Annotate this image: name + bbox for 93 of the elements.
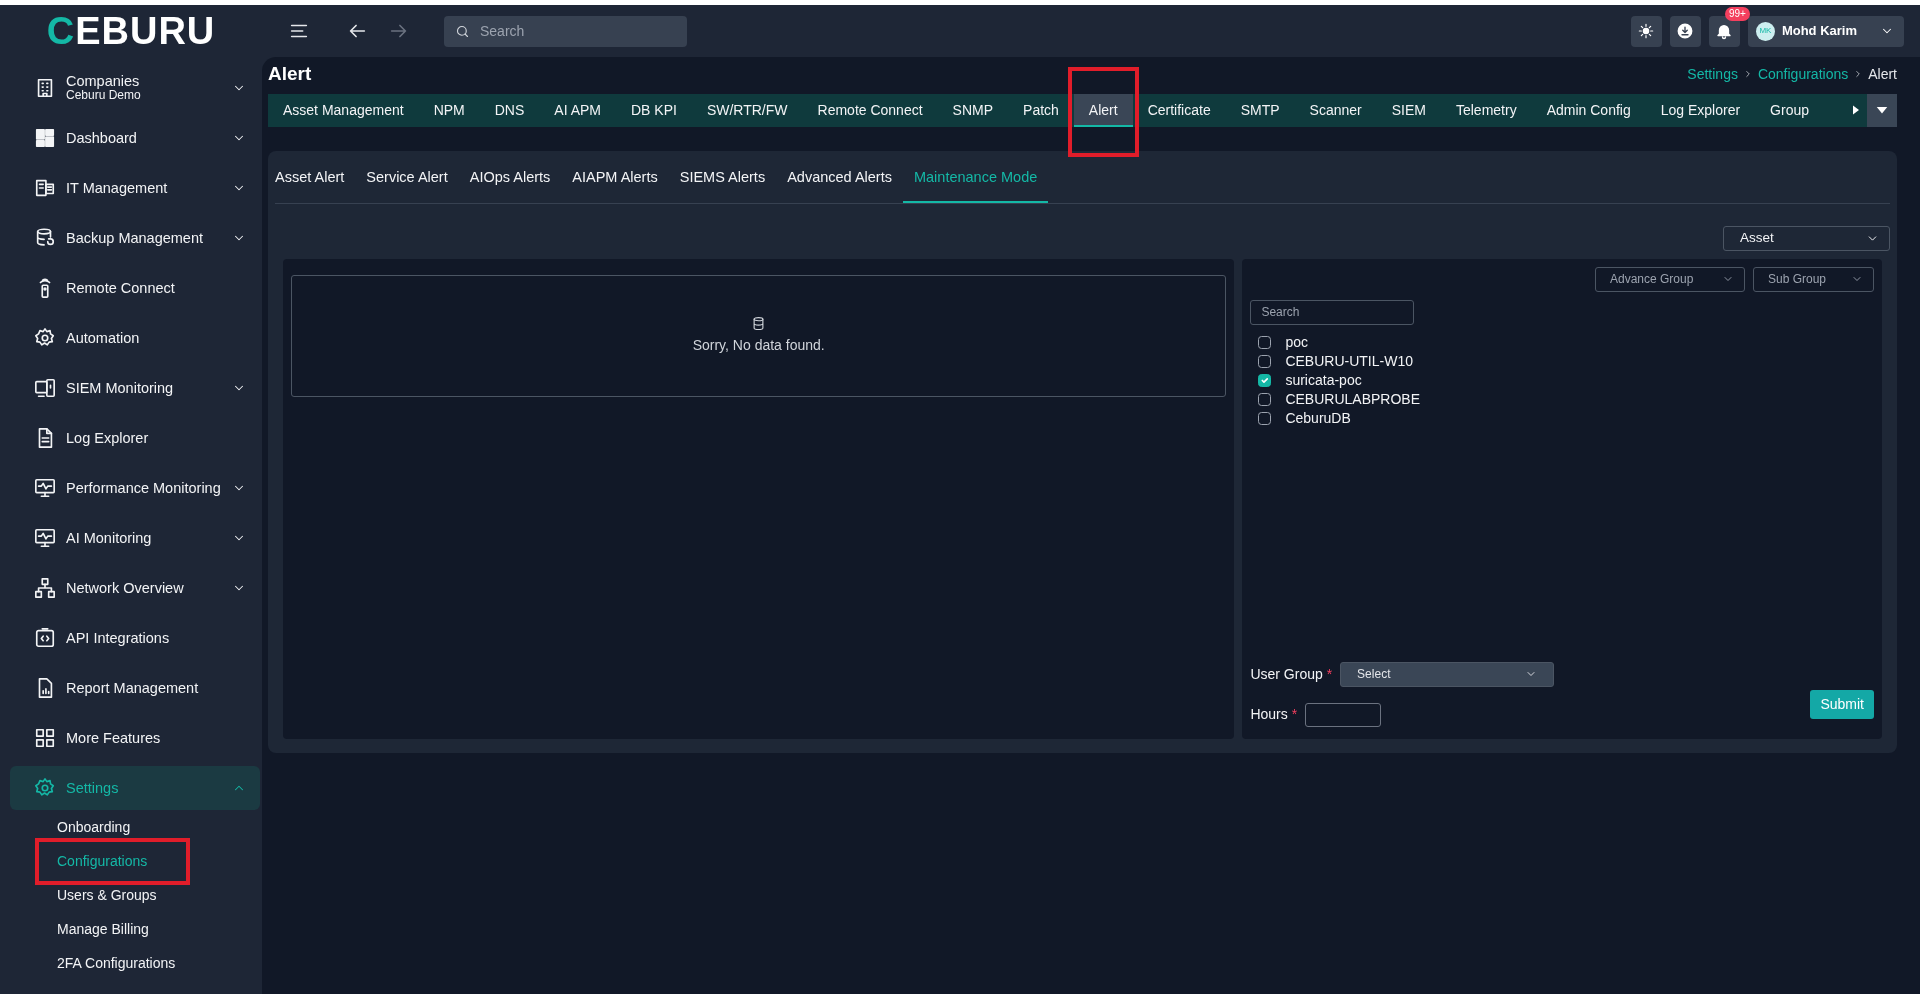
module-tab[interactable]: SIEM <box>1376 93 1441 127</box>
asset-name: CEBURU-UTIL-W10 <box>1285 351 1413 371</box>
asset-name: CEBURULABPROBE <box>1285 389 1420 409</box>
gear-icon <box>34 327 56 349</box>
tabs-dropdown-button[interactable] <box>1867 93 1897 127</box>
monitor-icon <box>34 527 56 549</box>
logo: CEBURU <box>45 12 217 50</box>
field-label: User Group * <box>1250 664 1333 684</box>
module-tab[interactable]: Telemetry <box>1440 93 1532 127</box>
sun-icon <box>1638 23 1655 39</box>
download-button[interactable] <box>1669 15 1701 47</box>
breadcrumb-link[interactable]: Settings <box>1687 63 1738 85</box>
module-tab[interactable]: SMTP <box>1225 93 1295 127</box>
section-tab[interactable]: AIOps Alerts <box>458 150 562 203</box>
sidebar-item[interactable]: More Features <box>10 713 260 763</box>
module-tab[interactable]: Certificate <box>1132 93 1226 127</box>
section-tab[interactable]: Advanced Alerts <box>776 150 903 203</box>
group-select[interactable]: Advance Group <box>1595 266 1745 292</box>
module-tab[interactable]: Log Explorer <box>1645 93 1756 127</box>
submenu-item[interactable]: Manage Billing <box>0 912 262 946</box>
user-menu[interactable]: MK Mohd Karim <box>1747 15 1904 47</box>
grid-icon <box>34 727 56 749</box>
search-icon <box>455 23 470 39</box>
avatar: MK <box>1755 21 1775 41</box>
network-icon <box>34 577 56 599</box>
group-select[interactable]: Sub Group <box>1753 266 1874 292</box>
devices-icon <box>34 377 56 399</box>
sidebar-item[interactable]: IT Management <box>10 163 260 213</box>
module-tab[interactable]: DNS <box>479 93 540 127</box>
module-tab[interactable]: AI APM <box>539 93 616 127</box>
sidebar-item[interactable]: Dashboard <box>10 113 260 163</box>
sidebar-item[interactable]: SIEM Monitoring <box>10 363 260 413</box>
empty-message: Sorry, No data found. <box>692 335 825 355</box>
theme-toggle-button[interactable] <box>1630 15 1662 47</box>
submenu-item[interactable]: Onboarding <box>0 810 262 844</box>
notification-count: 99+ <box>1724 6 1750 21</box>
download-icon <box>1676 22 1695 40</box>
sidebar-item[interactable]: Report Management <box>10 663 260 713</box>
asset-type-select[interactable]: Asset <box>1723 225 1890 251</box>
sidebar-item[interactable]: Automation <box>10 313 260 363</box>
user-group-select[interactable]: Select <box>1340 661 1555 687</box>
database-icon <box>34 227 56 249</box>
sidebar-item[interactable]: Backup Management <box>10 213 260 263</box>
section-tab[interactable]: Maintenance Mode <box>902 150 1049 203</box>
section-tab[interactable]: AIAPM Alerts <box>561 150 669 203</box>
dashboard-icon <box>34 127 56 149</box>
asset-name: CeburuDB <box>1285 408 1351 428</box>
module-tab[interactable]: Scanner <box>1294 93 1377 127</box>
module-tab[interactable]: SW/RTR/FW <box>691 93 803 127</box>
module-tab[interactable]: Admin Config <box>1531 93 1646 127</box>
search-field[interactable]: Search <box>444 15 687 47</box>
module-tab[interactable]: NPM <box>418 93 480 127</box>
asset-name: poc <box>1285 332 1308 352</box>
sidebar-item[interactable]: AI Monitoring <box>10 513 260 563</box>
bell-icon <box>1715 22 1734 40</box>
sidebar-item[interactable]: Network Overview <box>10 563 260 613</box>
monitor-icon <box>34 477 56 499</box>
submenu-item[interactable]: Configurations <box>0 844 262 878</box>
server-icon <box>34 177 56 199</box>
checkbox[interactable] <box>1258 354 1272 368</box>
search-field[interactable]: Search <box>1250 299 1415 325</box>
sidebar-item[interactable]: Log Explorer <box>10 413 260 463</box>
checkbox[interactable] <box>1258 411 1272 425</box>
module-tab[interactable]: SNMP <box>937 93 1009 127</box>
notifications-button[interactable] <box>1708 15 1740 47</box>
sidebar-item[interactable]: Performance Monitoring <box>10 463 260 513</box>
sidebar-item[interactable]: API Integrations <box>10 613 260 663</box>
code-icon <box>34 627 56 649</box>
section-tab[interactable]: Asset Alert <box>275 150 356 203</box>
sidebar-item[interactable]: Remote Connect <box>10 263 260 313</box>
sidebar-item[interactable]: Companies Ceburu Demo <box>10 63 260 113</box>
submenu-item[interactable]: 2FA Configurations <box>0 946 262 980</box>
checkbox[interactable] <box>1258 392 1272 406</box>
hours-field[interactable] <box>1305 702 1382 727</box>
section-tab[interactable]: SIEMS Alerts <box>668 150 777 203</box>
section-tab[interactable]: Service Alert <box>355 150 459 203</box>
breadcrumb-link[interactable]: Configurations <box>1757 63 1849 85</box>
sidebar-item[interactable]: Settings <box>10 766 260 810</box>
module-tab[interactable]: Remote Connect <box>802 93 938 127</box>
asset-name: suricata-poc <box>1285 370 1362 390</box>
page-title: Alert <box>268 63 312 86</box>
checkbox[interactable] <box>1258 335 1272 349</box>
module-tab[interactable]: Patch <box>1008 93 1074 127</box>
submenu-item[interactable]: Users & Groups <box>0 878 262 912</box>
checkbox[interactable] <box>1258 373 1272 387</box>
module-tab[interactable]: Alert <box>1073 93 1133 127</box>
field-label: Hours * <box>1250 705 1298 725</box>
database-icon <box>751 315 767 331</box>
gear-icon <box>34 777 56 799</box>
breadcrumb-current: Alert <box>1868 64 1897 84</box>
module-tab[interactable]: Group <box>1755 93 1824 127</box>
module-tab[interactable]: DB KPI <box>616 93 692 127</box>
module-tab[interactable]: Asset Management <box>268 93 419 127</box>
